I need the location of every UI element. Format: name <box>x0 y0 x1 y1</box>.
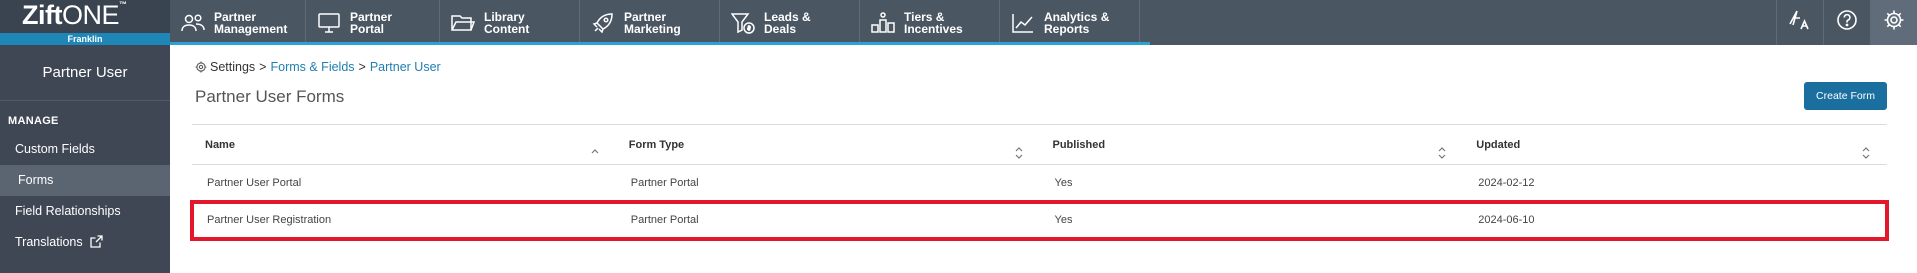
table-row[interactable]: Partner User Registration Partner Portal… <box>190 200 1889 241</box>
translate-button[interactable] <box>1776 0 1823 45</box>
main-content: Settings > Forms & Fields > Partner User… <box>170 45 1917 273</box>
breadcrumb-partner-user[interactable]: Partner User <box>370 60 441 74</box>
sidebar-title: Partner User <box>0 45 170 101</box>
table-row[interactable]: Partner User Portal Partner Portal Yes 2… <box>192 165 1887 202</box>
main-nav: Partner Management Partner Portal Librar… <box>170 0 1140 45</box>
nav-library-content[interactable]: Library Content <box>440 0 580 45</box>
sort-icon <box>1437 138 1447 179</box>
nav-partner-management[interactable]: Partner Management <box>170 0 306 45</box>
sidebar-section-heading: MANAGE <box>8 115 59 127</box>
cell-form-type: Partner Portal <box>630 214 699 226</box>
brand-logo[interactable]: ZiftONE™ Franklin <box>0 0 170 45</box>
rocket-icon <box>590 12 616 34</box>
cell-name: Partner User Portal <box>207 177 302 189</box>
settings-button[interactable] <box>1870 0 1917 45</box>
page-title: Partner User Forms <box>195 87 345 106</box>
breadcrumb-forms-fields[interactable]: Forms & Fields <box>270 60 354 74</box>
table-header: Name Form Type Published Updated <box>192 124 1887 165</box>
forms-table: Name Form Type Published Updated Partner… <box>190 124 1889 241</box>
tiers-icon <box>870 11 896 34</box>
funnel-dollar-icon <box>730 12 756 34</box>
cell-published: Yes <box>1054 214 1073 226</box>
line-chart-icon <box>1010 12 1036 34</box>
top-navbar: ZiftONE™ Franklin Partner Management Par… <box>0 0 1917 45</box>
help-button[interactable] <box>1823 0 1870 45</box>
sort-icon <box>1861 138 1871 179</box>
column-header-form-type[interactable]: Form Type <box>616 125 1040 164</box>
help-icon <box>1836 9 1858 36</box>
cell-name: Partner User Registration <box>207 214 332 226</box>
monitor-icon <box>316 12 342 34</box>
sidebar-item-translations[interactable]: Translations <box>0 227 170 258</box>
sidebar-item-label: Translations <box>15 235 83 249</box>
breadcrumb: Settings > Forms & Fields > Partner User <box>195 60 441 74</box>
folder-icon <box>450 12 476 34</box>
sidebar-item-forms[interactable]: Forms <box>0 165 170 196</box>
breadcrumb-settings: Settings <box>210 60 256 74</box>
column-header-published[interactable]: Published <box>1040 125 1464 164</box>
cell-updated: 2024-02-12 <box>1478 177 1535 189</box>
sort-icon <box>1014 138 1024 179</box>
create-form-button[interactable]: Create Form <box>1804 82 1887 110</box>
settings-small-icon <box>195 61 207 73</box>
ziftone-logo: ZiftONE™ <box>22 0 127 30</box>
tenant-name: Franklin <box>0 33 170 45</box>
nav-tiers-incentives[interactable]: Tiers & Incentives <box>860 0 1000 45</box>
cell-published: Yes <box>1054 177 1073 189</box>
sidebar: Partner User MANAGE Custom Fields Forms … <box>0 45 170 273</box>
cell-form-type: Partner Portal <box>630 177 699 189</box>
column-header-name[interactable]: Name <box>192 125 616 164</box>
column-header-updated[interactable]: Updated <box>1463 125 1887 164</box>
nav-analytics-reports[interactable]: Analytics & Reports <box>1000 0 1140 45</box>
people-icon <box>180 12 206 34</box>
settings-gear-icon <box>1883 9 1905 36</box>
breadcrumb-separator: > <box>259 60 267 74</box>
cell-updated: 2024-06-10 <box>1478 214 1535 226</box>
sidebar-item-field-relationships[interactable]: Field Relationships <box>0 196 170 227</box>
utility-icons <box>1776 0 1917 45</box>
nav-leads-deals[interactable]: Leads & Deals <box>720 0 860 45</box>
breadcrumb-separator: > <box>358 60 366 74</box>
sidebar-item-custom-fields[interactable]: Custom Fields <box>0 134 170 165</box>
nav-partner-marketing[interactable]: Partner Marketing <box>580 0 720 45</box>
external-link-icon <box>90 229 103 260</box>
nav-partner-portal[interactable]: Partner Portal <box>306 0 440 45</box>
translate-icon <box>1787 9 1813 36</box>
sort-ascending-icon <box>590 138 600 179</box>
